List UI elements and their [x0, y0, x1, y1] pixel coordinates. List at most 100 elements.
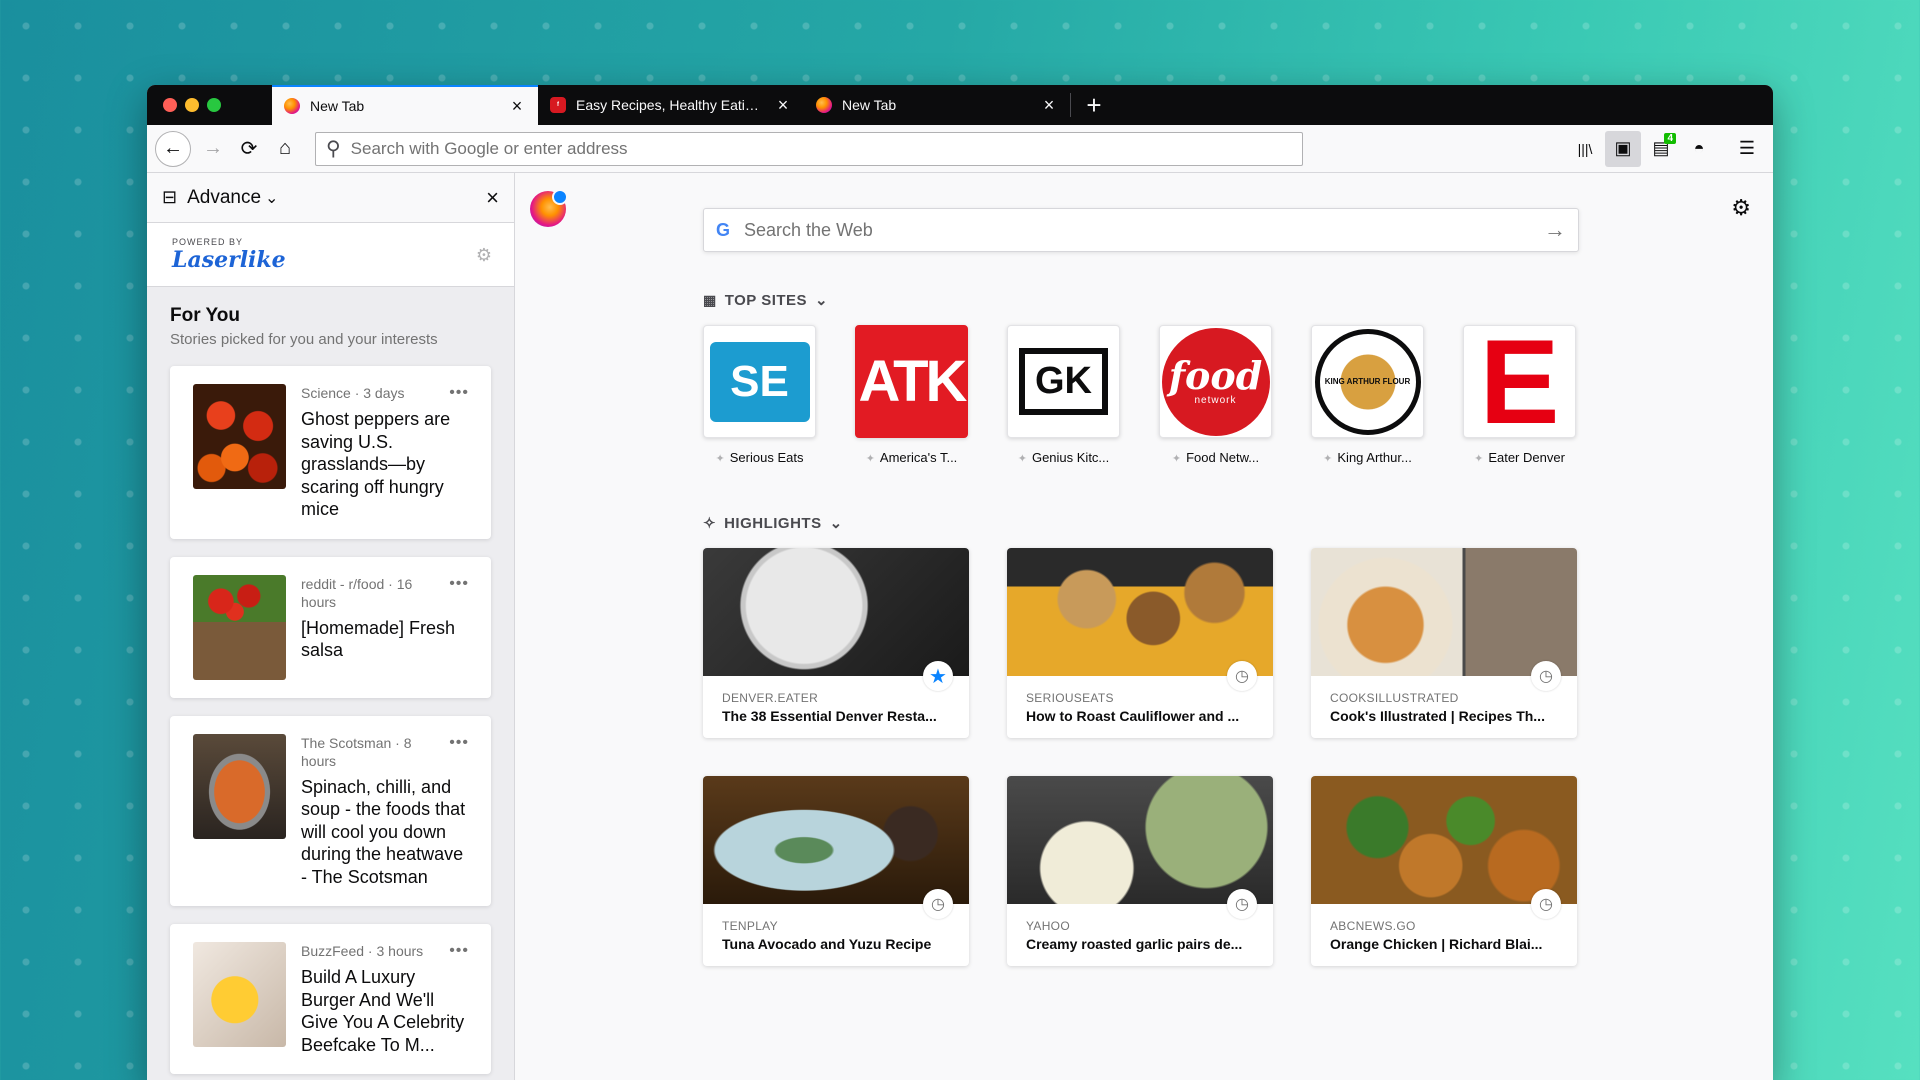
- for-you-subtitle: Stories picked for you and your interest…: [170, 331, 438, 348]
- close-sidebar-icon[interactable]: ×: [486, 185, 499, 211]
- sidebar-toggle-icon[interactable]: ▣: [1605, 130, 1641, 167]
- highlight-card[interactable]: ◷ ABCNEWS.GO Orange Chicken | Richard Bl…: [1311, 776, 1577, 966]
- story-thumbnail-soup: [193, 733, 286, 839]
- chevron-down-icon[interactable]: ⌄: [265, 188, 278, 208]
- more-options-icon[interactable]: •••: [449, 384, 469, 402]
- tab-label: New Tab: [842, 97, 897, 113]
- highlight-image: [1007, 548, 1273, 676]
- gear-icon[interactable]: ⚙: [1731, 195, 1751, 221]
- story-body: Science · 3 days ••• Ghost peppers are s…: [301, 384, 469, 521]
- pin-icon: ✦: [1323, 453, 1333, 465]
- arrow-right-icon[interactable]: →: [1544, 217, 1566, 243]
- minimize-window-button[interactable]: [185, 98, 199, 112]
- highlight-source: YAHOO: [1026, 919, 1070, 933]
- forward-button[interactable]: →: [195, 131, 231, 167]
- highlight-title: How to Roast Cauliflower and ...: [1026, 708, 1240, 724]
- new-tab-page: ⚙ G Search the Web → ▦ TOP SITES ⌄ SE ✦ S…: [515, 173, 1773, 1080]
- highlight-title: Cook's Illustrated | Recipes Th...: [1330, 708, 1545, 724]
- pin-icon: ✦: [715, 453, 725, 465]
- more-options-icon[interactable]: •••: [449, 575, 469, 593]
- story-title[interactable]: Ghost peppers are saving U.S. grasslands…: [301, 408, 469, 521]
- story-meta: BuzzFeed · 3 hours: [301, 943, 424, 959]
- tab-label: New Tab: [310, 98, 365, 114]
- top-site[interactable]: SE ✦ Serious Eats: [703, 325, 816, 465]
- gear-icon[interactable]: ⚙: [476, 245, 492, 266]
- library-icon[interactable]: |||\: [1567, 131, 1603, 167]
- close-tab-icon[interactable]: ×: [774, 95, 792, 116]
- tab-food-network[interactable]: f Easy Recipes, Healthy Eating Ideas and…: [538, 85, 804, 125]
- highlight-card[interactable]: ◷ COOKSILLUSTRATED Cook's Illustrated | …: [1311, 548, 1577, 738]
- sidebar-extension-icon: ⊟: [162, 187, 178, 207]
- sidebar-title[interactable]: Advance: [187, 187, 261, 209]
- story-title[interactable]: Build A Luxury Burger And We'll Give You…: [301, 966, 469, 1056]
- top-site[interactable]: KING ARTHUR FLOUR ✦ King Arthur...: [1311, 325, 1424, 465]
- search-icon: ⚲: [326, 138, 341, 160]
- serious-eats-logo: SE: [709, 341, 810, 422]
- highlight-card[interactable]: ◷ SERIOUSEATS How to Roast Cauliflower a…: [1007, 548, 1273, 738]
- laserlike-logo[interactable]: Laserlike: [172, 247, 286, 273]
- story-title[interactable]: Spinach, chilli, and soup - the foods th…: [301, 776, 469, 889]
- top-site-tile: E: [1463, 325, 1576, 438]
- highlight-image: [1311, 548, 1577, 676]
- highlight-card[interactable]: ◷ TENPLAY Tuna Avocado and Yuzu Recipe: [703, 776, 969, 966]
- story-meta: The Scotsman · 8 hours: [301, 734, 412, 769]
- story-title[interactable]: [Homemade] Fresh salsa: [301, 617, 469, 662]
- highlight-source: ABCNEWS.GO: [1330, 919, 1416, 933]
- chevron-down-icon: ⌄: [829, 515, 843, 532]
- more-options-icon[interactable]: •••: [449, 734, 469, 752]
- story-card[interactable]: BuzzFeed · 3 hours ••• Build A Luxury Bu…: [170, 924, 491, 1074]
- more-options-icon[interactable]: •••: [449, 942, 469, 960]
- close-window-button[interactable]: [163, 98, 177, 112]
- story-thumbnail-peppers: [193, 384, 286, 489]
- close-tab-icon[interactable]: ×: [508, 96, 526, 117]
- web-search-input[interactable]: G Search the Web →: [703, 208, 1579, 252]
- top-sites-header[interactable]: ▦ TOP SITES ⌄: [703, 291, 828, 310]
- clock-icon: ◷: [923, 889, 953, 919]
- navigation-toolbar: ← → ⟳ ⌂ ⚲ Search with Google or enter ad…: [147, 125, 1773, 173]
- top-site[interactable]: food network ✦ Food Netw...: [1159, 325, 1272, 465]
- firefox-icon: [816, 97, 832, 113]
- back-button[interactable]: ←: [155, 130, 191, 167]
- new-tab-button[interactable]: +: [1071, 85, 1117, 125]
- menu-icon[interactable]: ☰: [1729, 131, 1765, 167]
- atk-logo: ATK: [858, 349, 967, 414]
- king-arthur-logo: KING ARTHUR FLOUR: [1314, 328, 1421, 435]
- firefox-icon: [284, 98, 300, 114]
- highlight-card[interactable]: ◷ YAHOO Creamy roasted garlic pairs de..…: [1007, 776, 1273, 966]
- reload-button[interactable]: ⟳: [231, 131, 267, 167]
- top-site[interactable]: E ✦ Eater Denver: [1463, 325, 1576, 465]
- address-bar[interactable]: ⚲ Search with Google or enter address: [315, 131, 1303, 166]
- top-site-tile: ATK: [855, 325, 968, 438]
- top-site-tile: food network: [1159, 325, 1272, 438]
- synced-tabs-button[interactable]: ▤ 4: [1643, 131, 1679, 167]
- sidebar-header: ⊟ Advance ⌄ ×: [147, 173, 514, 223]
- story-body: BuzzFeed · 3 hours ••• Build A Luxury Bu…: [301, 942, 469, 1056]
- pin-icon: ✦: [1474, 453, 1484, 465]
- story-card[interactable]: Science · 3 days ••• Ghost peppers are s…: [170, 366, 491, 539]
- top-site[interactable]: ATK ✦ America's T...: [855, 325, 968, 465]
- food-network-logo: food network: [1161, 327, 1270, 436]
- highlight-title: The 38 Essential Denver Resta...: [722, 708, 937, 724]
- tab-new-tab-2[interactable]: New Tab ×: [804, 85, 1070, 125]
- top-site-tile: SE: [703, 325, 816, 438]
- highlights-header[interactable]: ✧ HIGHLIGHTS ⌄: [703, 514, 843, 533]
- close-tab-icon[interactable]: ×: [1040, 95, 1058, 116]
- tab-strip: New Tab × f Easy Recipes, Healthy Eating…: [147, 85, 1773, 125]
- story-card[interactable]: The Scotsman · 8 hours ••• Spinach, chil…: [170, 715, 491, 906]
- top-site-label: ✦ Genius Kitc...: [1017, 450, 1110, 465]
- highlights-label: HIGHLIGHTS: [724, 514, 822, 532]
- powered-by-label: POWERED BY: [172, 236, 244, 247]
- highlight-title: Creamy roasted garlic pairs de...: [1026, 936, 1243, 952]
- tab-new-tab-1[interactable]: New Tab ×: [272, 85, 538, 125]
- pocket-icon[interactable]: ◓: [1681, 131, 1717, 167]
- zoom-window-button[interactable]: [207, 98, 221, 112]
- highlight-card[interactable]: ★ DENVER.EATER The 38 Essential Denver R…: [703, 548, 969, 738]
- highlight-title: Tuna Avocado and Yuzu Recipe: [722, 936, 932, 952]
- top-site[interactable]: GK ✦ Genius Kitc...: [1007, 325, 1120, 465]
- top-site-tile: KING ARTHUR FLOUR: [1311, 325, 1424, 438]
- for-you-title: For You: [170, 305, 241, 326]
- story-thumbnail-salsa: [193, 574, 286, 680]
- home-button[interactable]: ⌂: [267, 131, 303, 167]
- story-card[interactable]: reddit - r/food · 16 hours ••• [Homemade…: [170, 556, 491, 698]
- toolbar-right: |||\ ▣ ▤ 4 ◓ ☰: [1567, 130, 1765, 167]
